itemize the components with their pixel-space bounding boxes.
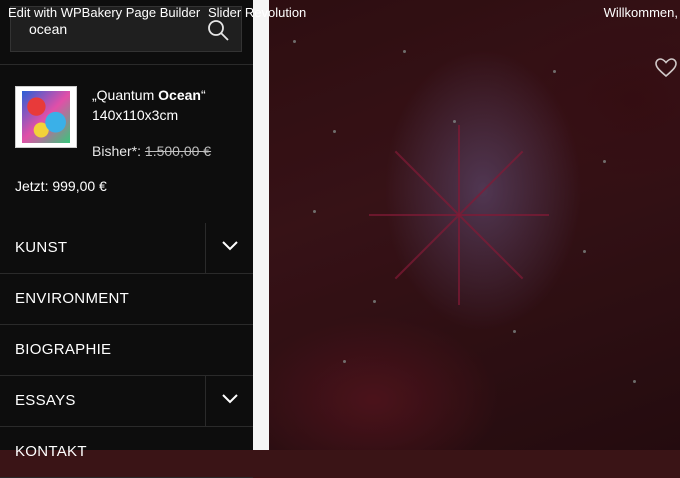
old-price-value: 1.500,00 € <box>144 143 212 159</box>
old-price: Bisher*: 1.500,00 € <box>92 143 212 159</box>
chevron-down-icon <box>222 394 238 404</box>
artwork-image <box>22 91 70 143</box>
product-thumbnail[interactable] <box>15 86 77 148</box>
search-highlight: Ocean <box>158 87 201 103</box>
admin-bar: Edit with WPBakery Page Builder Slider R… <box>0 0 680 26</box>
main-menu: KUNST ENVIRONMENT BIOGRAPHIE ESSAYS KONT… <box>0 223 253 478</box>
page-edge-strip <box>253 0 269 450</box>
menu-item-environment[interactable]: ENVIRONMENT <box>0 274 253 325</box>
divider <box>0 64 253 65</box>
submenu-toggle[interactable] <box>205 223 253 273</box>
current-price: Jetzt: 999,00 € <box>15 178 107 194</box>
edit-page-builder-link[interactable]: Edit with WPBakery Page Builder <box>8 5 200 20</box>
menu-item-label: KUNST <box>15 239 68 256</box>
heart-icon[interactable] <box>654 56 678 80</box>
menu-item-essays[interactable]: ESSAYS <box>0 376 253 427</box>
menu-item-label: ESSAYS <box>15 392 76 409</box>
hero-background-image <box>253 0 680 450</box>
menu-item-label: KONTAKT <box>15 443 87 460</box>
product-size: 140x110x3cm <box>92 107 179 123</box>
menu-item-label: BIOGRAPHIE <box>15 341 112 358</box>
product-title[interactable]: „Quantum Ocean“ <box>92 87 206 103</box>
chevron-down-icon <box>222 241 238 251</box>
menu-item-biographie[interactable]: BIOGRAPHIE <box>0 325 253 376</box>
menu-item-label: ENVIRONMENT <box>15 290 130 307</box>
menu-item-kontakt[interactable]: KONTAKT <box>0 427 253 478</box>
slider-revolution-link[interactable]: Slider Revolution <box>208 5 306 20</box>
mobile-sidebar: „Quantum Ocean“ 140x110x3cm Bisher*: 1.5… <box>0 0 253 478</box>
user-greeting[interactable]: Willkommen, <box>604 5 678 20</box>
submenu-toggle[interactable] <box>205 376 253 426</box>
menu-item-kunst[interactable]: KUNST <box>0 223 253 274</box>
